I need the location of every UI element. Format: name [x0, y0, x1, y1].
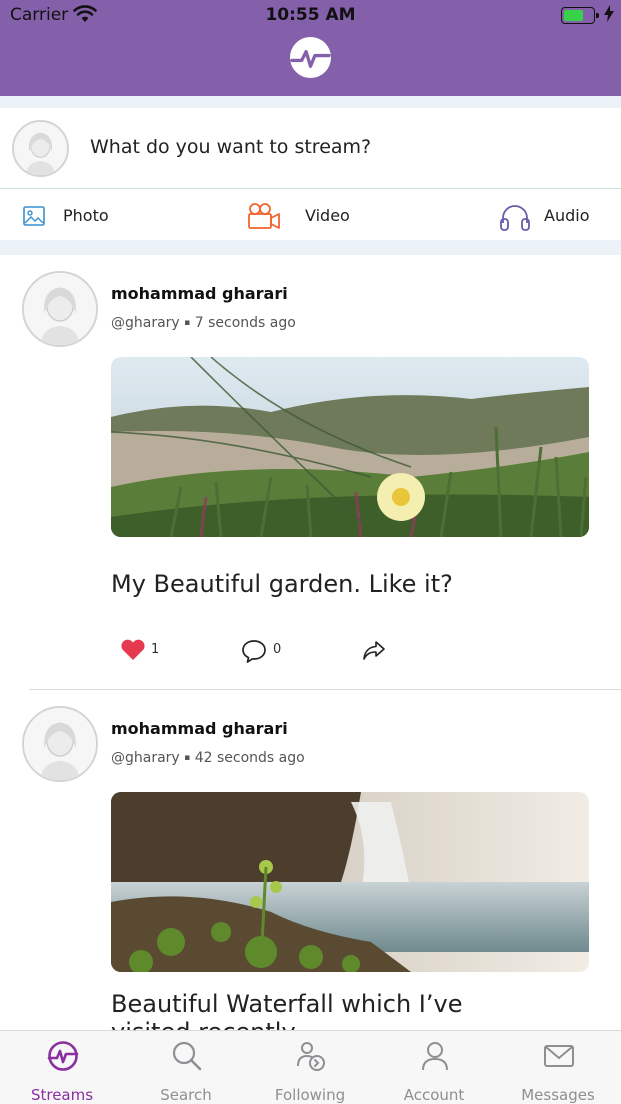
video-camera-icon	[248, 203, 280, 229]
status-time: 10:55 AM	[265, 5, 356, 25]
garden-photo	[111, 357, 589, 537]
avatar[interactable]	[22, 706, 98, 782]
status-bar: Carrier 10:55 AM	[0, 0, 621, 32]
like-count: 1	[151, 642, 160, 657]
post-author[interactable]: mohammad gharari	[111, 284, 288, 303]
share-icon	[363, 641, 385, 660]
tab-account[interactable]: Account	[372, 1031, 496, 1104]
photo-icon	[23, 206, 45, 226]
headphones-icon	[500, 205, 530, 231]
tab-label: Account	[403, 1086, 465, 1104]
meta-separator: ▪	[184, 318, 191, 328]
waterfall-photo	[111, 792, 589, 972]
account-icon	[422, 1042, 448, 1071]
post-meta: @gharary ▪ 7 seconds ago	[111, 315, 296, 331]
post-author[interactable]: mohammad gharari	[111, 719, 288, 738]
post-handle[interactable]: @gharary	[111, 315, 180, 331]
avatar	[12, 120, 69, 177]
audio-button[interactable]: Audio	[498, 190, 608, 240]
avatar[interactable]	[22, 271, 98, 347]
video-label: Video	[305, 206, 350, 225]
post-time: 42 seconds ago	[194, 750, 305, 766]
following-icon	[297, 1042, 325, 1071]
post-meta: @gharary ▪ 42 seconds ago	[111, 750, 305, 766]
media-type-row: Photo Video Audio	[0, 190, 621, 240]
heart-icon	[121, 639, 145, 660]
user-placeholder-icon	[14, 122, 67, 175]
tab-label: Following	[274, 1086, 346, 1104]
post-caption: My Beautiful garden. Like it?	[111, 570, 453, 598]
photo-button[interactable]: Photo	[20, 190, 130, 240]
tab-label: Search	[160, 1086, 212, 1104]
tab-messages[interactable]: Messages	[496, 1031, 620, 1104]
search-icon	[172, 1041, 202, 1071]
audio-label: Audio	[544, 206, 590, 225]
post-image[interactable]	[111, 792, 589, 972]
tab-bar: Streams Search Following Account Message…	[0, 1030, 621, 1104]
composer-prompt[interactable]: What do you want to stream?	[90, 136, 371, 158]
streams-icon	[47, 1041, 79, 1071]
battery-icon	[561, 7, 599, 24]
user-placeholder-icon	[24, 708, 96, 780]
post-time: 7 seconds ago	[194, 315, 296, 331]
post-image[interactable]	[111, 357, 589, 537]
charging-icon	[604, 5, 614, 22]
meta-separator: ▪	[184, 753, 191, 763]
like-button[interactable]: 1	[120, 639, 170, 663]
video-button[interactable]: Video	[246, 190, 356, 240]
app-logo-icon[interactable]	[289, 36, 332, 79]
comment-button[interactable]: 0	[241, 639, 291, 663]
composer[interactable]: What do you want to stream?	[0, 108, 621, 189]
post-caption: Beautiful Waterfall which I’ve visited r…	[111, 990, 463, 1030]
user-placeholder-icon	[24, 273, 96, 345]
post-card: mohammad gharari @gharary ▪ 42 seconds a…	[0, 690, 621, 1030]
separator-band	[0, 240, 621, 255]
tab-following[interactable]: Following	[248, 1031, 372, 1104]
photo-label: Photo	[63, 206, 109, 225]
tab-label: Messages	[521, 1086, 595, 1104]
battery-level	[564, 10, 583, 21]
comment-icon	[242, 640, 266, 663]
share-button[interactable]	[362, 639, 388, 663]
tab-search[interactable]: Search	[124, 1031, 248, 1104]
comment-count: 0	[273, 642, 282, 657]
post-handle[interactable]: @gharary	[111, 750, 180, 766]
tab-label: Streams	[30, 1086, 94, 1104]
separator-band	[0, 96, 621, 108]
post-card: mohammad gharari @gharary ▪ 7 seconds ag…	[0, 255, 621, 690]
tab-streams[interactable]: Streams	[0, 1031, 124, 1104]
app-header: Carrier 10:55 AM	[0, 0, 621, 96]
messages-icon	[544, 1045, 574, 1067]
